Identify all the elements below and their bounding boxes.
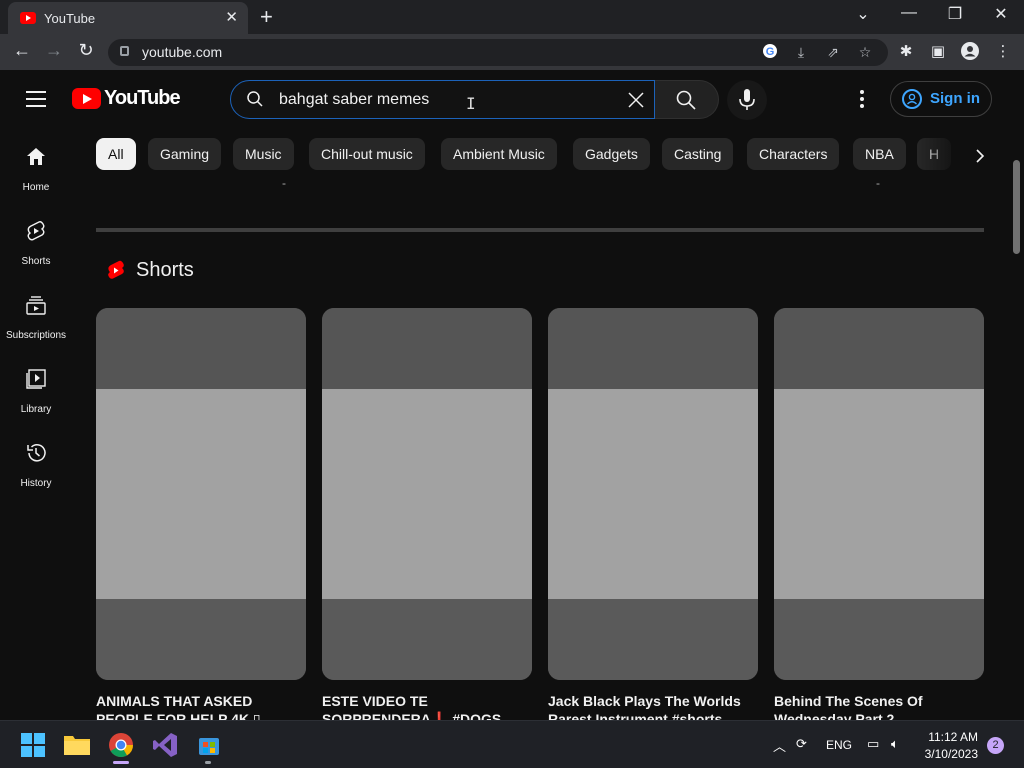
volume-icon[interactable]: 🔈︎ — [891, 736, 899, 752]
sidebar-item-library[interactable]: Library — [0, 354, 72, 424]
tray-overflow-chevron-up-icon[interactable]: ︿ — [773, 736, 786, 755]
sign-in-label: Sign in — [930, 90, 980, 107]
text-cursor-icon: I — [466, 94, 476, 113]
browser-tab[interactable]: YouTube ✕ — [8, 2, 248, 34]
mini-guide-sidebar: Home Shorts Subscriptions Library Histor… — [0, 128, 72, 720]
lock-icon[interactable] — [120, 46, 129, 56]
restore-icon[interactable]: ❐ — [935, 4, 975, 24]
filter-chip-bar: All Gaming Music Chill-out music Ambient… — [96, 138, 1000, 172]
chip-casting[interactable]: Casting — [662, 138, 734, 170]
short-title[interactable]: Behind The Scenes Of Wednesday Part 2 — [774, 692, 984, 720]
short-title[interactable]: ANIMALS THAT ASKED PEOPLE FOR HELP 4K ▯ — [96, 692, 306, 720]
browser-tab-bar: YouTube ✕ + ⌄ — ❐ ✕ — [0, 0, 1024, 34]
search-icon — [247, 91, 263, 107]
tab-close-icon[interactable]: ✕ — [225, 8, 238, 26]
chip-next-chevron-right-icon[interactable] — [966, 142, 994, 170]
windows-start-icon[interactable] — [18, 730, 48, 760]
history-icon — [27, 444, 46, 462]
browser-menu-kebab-icon[interactable]: ⋮ — [993, 42, 1013, 62]
sidebar-item-subscriptions[interactable]: Subscriptions — [0, 280, 72, 350]
sidebar-item-history[interactable]: History — [0, 428, 72, 498]
short-title[interactable]: ESTE VIDEO TE SORPRENDERA❗ #DOGS — [322, 692, 532, 720]
side-panel-icon[interactable]: ▣ — [928, 42, 948, 62]
clock-time[interactable]: 11:12 AM — [922, 730, 978, 744]
notification-badge[interactable]: 2 — [987, 737, 1004, 754]
sidebar-item-label: History — [20, 478, 52, 489]
chip-nba[interactable]: NBA — [853, 138, 906, 170]
account-circle-icon — [902, 89, 922, 109]
voice-search-button[interactable] — [727, 80, 767, 120]
sidebar-item-label: Shorts — [21, 256, 51, 267]
sidebar-item-label: Library — [20, 404, 52, 415]
chip-characters[interactable]: Characters — [747, 138, 840, 170]
shorts-section-title: Shorts — [136, 259, 194, 281]
tab-title: YouTube — [44, 11, 96, 26]
clear-search-icon[interactable] — [626, 90, 646, 110]
visual-studio-icon[interactable] — [150, 730, 180, 760]
file-explorer-icon[interactable] — [62, 730, 92, 760]
browser-toolbar: ← → ↻ youtube.com G ⤓ ⇗ ☆ ✱ ▣ ⋮ — [0, 34, 1024, 70]
minimize-icon[interactable]: — — [889, 4, 929, 22]
settings-kebab-icon[interactable] — [852, 88, 872, 112]
google-icon[interactable]: G — [761, 43, 779, 61]
install-icon[interactable]: ⤓ — [792, 43, 810, 61]
chip-all[interactable]: All — [96, 138, 136, 170]
search-input[interactable] — [279, 89, 619, 111]
new-tab-icon[interactable]: + — [260, 4, 273, 30]
url-text[interactable]: youtube.com — [142, 44, 222, 60]
address-bar[interactable]: youtube.com G ⤓ ⇗ ☆ — [108, 39, 888, 66]
share-icon[interactable]: ⇗ — [824, 43, 842, 61]
youtube-favicon-icon — [20, 12, 36, 24]
tab-search-chevron-down-icon[interactable]: ⌄ — [843, 4, 883, 24]
search-icon — [676, 90, 696, 110]
sidebar-item-home[interactable]: Home — [0, 132, 72, 202]
forward-icon[interactable]: → — [42, 40, 66, 61]
language-indicator[interactable]: ENG — [826, 738, 852, 752]
windows-taskbar: ︿ ⟳ ENG ▭ 🔈︎ 11:12 AM 3/10/2023 2 — [0, 720, 1024, 768]
bookmark-star-icon[interactable]: ☆ — [856, 43, 874, 61]
section-divider — [96, 228, 984, 232]
profile-icon[interactable] — [960, 42, 980, 62]
chip-ambient-music[interactable]: Ambient Music — [441, 138, 557, 170]
clock-date[interactable]: 3/10/2023 — [918, 747, 978, 761]
short-thumbnail[interactable] — [548, 308, 758, 680]
youtube-logo-text: YouTube — [104, 87, 181, 109]
store-icon[interactable] — [194, 730, 224, 764]
library-icon — [26, 369, 46, 389]
short-title[interactable]: Jack Black Plays The Worlds Rarest Instr… — [548, 692, 758, 720]
window-close-icon[interactable]: ✕ — [981, 4, 1021, 24]
youtube-play-logo-icon — [72, 88, 101, 109]
sidebar-item-label: Home — [22, 182, 50, 193]
hamburger-menu-icon[interactable] — [26, 91, 46, 107]
back-icon[interactable]: ← — [10, 40, 34, 61]
microphone-icon — [739, 89, 755, 110]
chrome-icon[interactable] — [106, 730, 136, 764]
partial-video-meta: - — [876, 176, 880, 190]
reload-icon[interactable]: ↻ — [74, 40, 98, 61]
sync-icon[interactable]: ⟳ — [796, 736, 807, 752]
chip-music[interactable]: Music — [233, 138, 294, 170]
sidebar-item-label: Subscriptions — [5, 330, 67, 341]
chip-chill-out-music[interactable]: Chill-out music — [309, 138, 425, 170]
sidebar-item-shorts[interactable]: Shorts — [0, 206, 72, 276]
sign-in-button[interactable]: Sign in — [890, 81, 992, 117]
short-thumbnail[interactable] — [322, 308, 532, 680]
short-thumbnail[interactable] — [96, 308, 306, 680]
network-icon[interactable]: ▭ — [867, 736, 879, 752]
partial-video-meta: - — [282, 176, 286, 190]
page-scrollbar-thumb[interactable] — [1013, 160, 1020, 254]
chip-gadgets[interactable]: Gadgets — [573, 138, 650, 170]
chip-bar-fade — [918, 134, 1008, 174]
shorts-logo-icon — [108, 260, 124, 279]
extensions-puzzle-icon[interactable]: ✱ — [896, 42, 916, 62]
shorts-icon — [27, 221, 45, 241]
chip-gaming[interactable]: Gaming — [148, 138, 222, 170]
search-button[interactable] — [655, 80, 719, 119]
short-thumbnail[interactable] — [774, 308, 984, 680]
youtube-header: YouTube Sign in — [0, 70, 1010, 128]
home-icon — [27, 148, 45, 165]
search-box[interactable] — [230, 80, 655, 119]
subscriptions-icon — [26, 296, 46, 315]
svg-text:G: G — [766, 46, 775, 58]
